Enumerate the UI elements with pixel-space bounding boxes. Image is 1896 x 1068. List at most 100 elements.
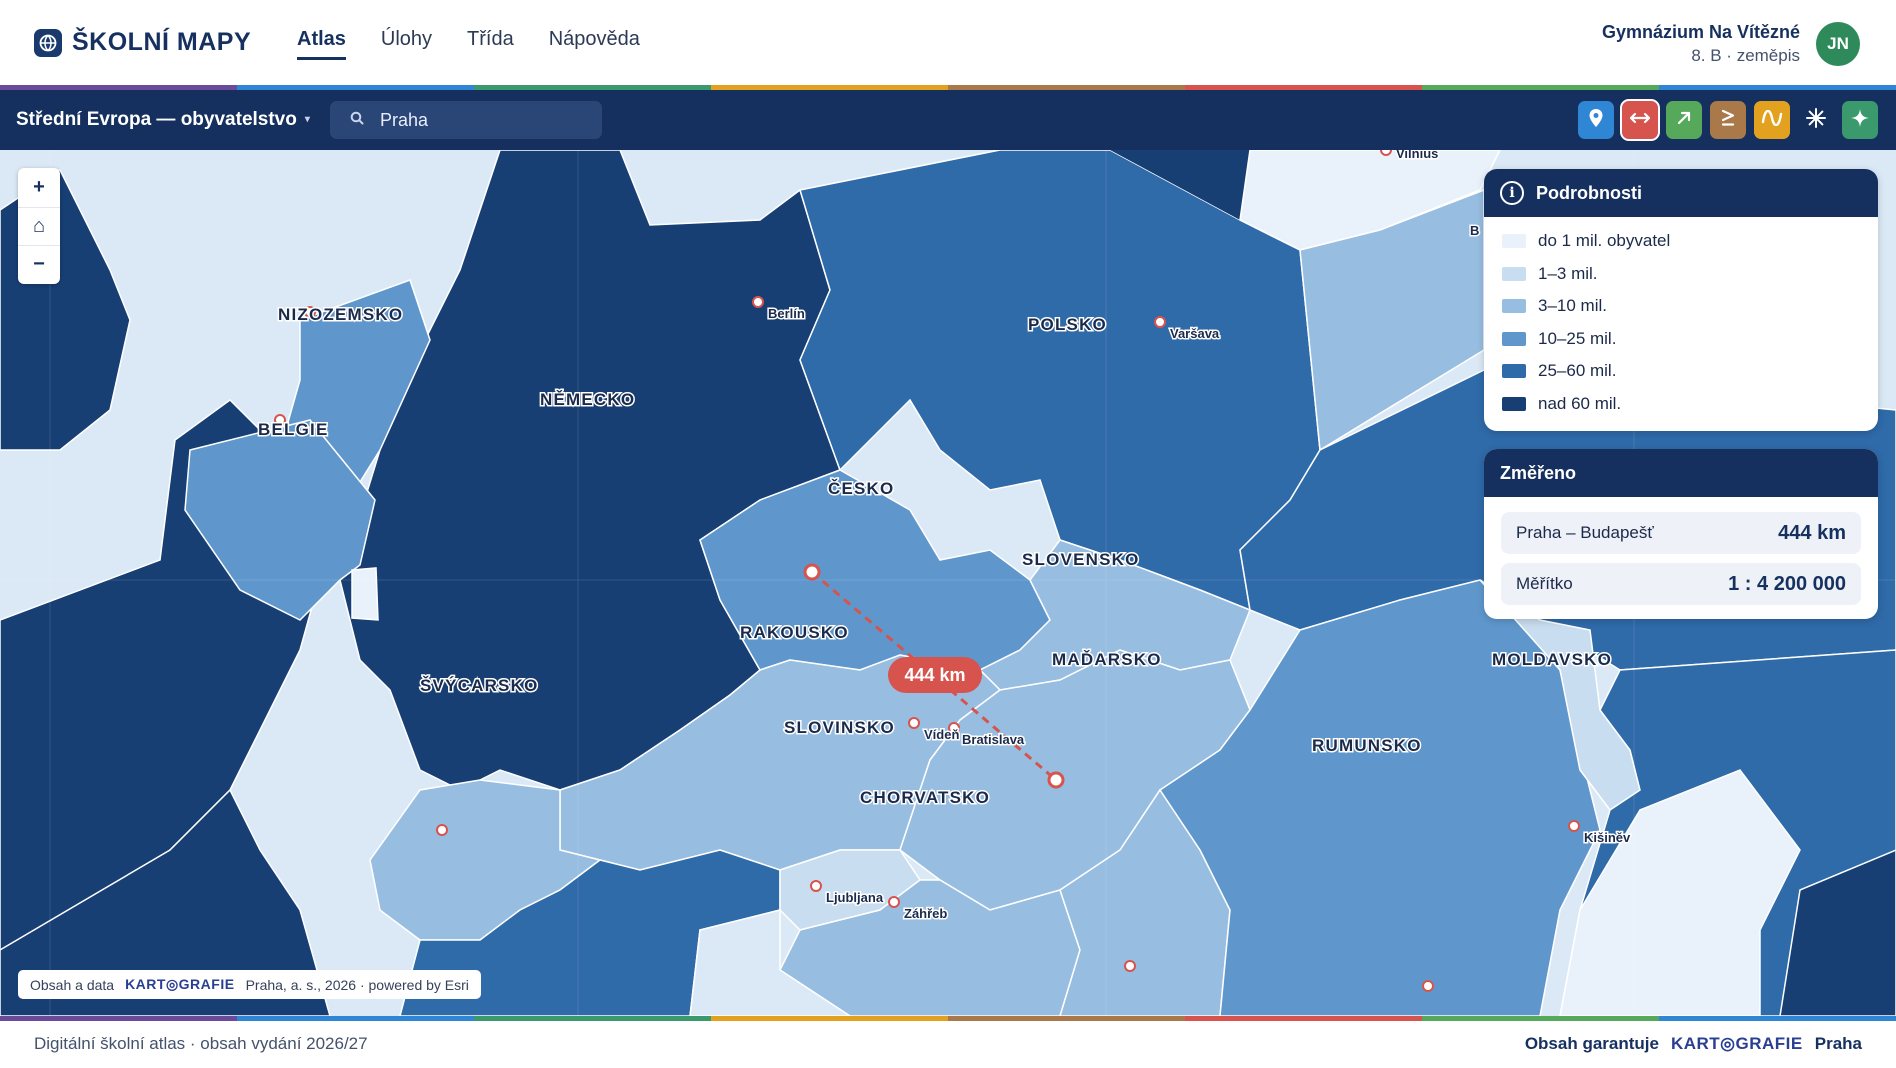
layer-title: Střední Evropa — obyvatelstvo [16, 109, 297, 130]
map-attribution: Obsah a data KART◎GRAFIE Praha, a. s., 2… [18, 970, 481, 999]
country-label-nizozemsko: NIZOZEMSKO [278, 305, 403, 324]
main-nav: Atlas Úlohy Třída Nápověda [297, 28, 640, 60]
footer-guarantor: Obsah garantuje KART◎GRAFIE Praha [1525, 1034, 1862, 1054]
attribution-suffix: Praha, a. s., 2026 · powered by Esri [245, 976, 469, 993]
country-label-slovinsko: SLOVINSKO [784, 718, 895, 737]
top-bar: ŠKOLNÍ MAPY Atlas Úlohy Třída Nápověda G… [0, 0, 1896, 85]
measure-label: Praha – Budapešť [1516, 523, 1654, 542]
class-line: 8. B · zeměpis [1691, 46, 1800, 65]
city-label-kisinev: Kišiněv [1584, 830, 1631, 845]
pin-tool-button[interactable] [1578, 101, 1614, 139]
country-label-rumunsko: RUMUNSKO [1312, 736, 1422, 755]
measure-header: Změřeno [1484, 449, 1878, 497]
avatar[interactable]: JN [1816, 22, 1860, 66]
map-toolbar: Střední Evropa — obyvatelstvo ▾ [0, 90, 1896, 150]
sparkle-icon [1850, 108, 1870, 133]
country-label-chorvatsko: CHORVATSKO [860, 788, 990, 807]
legend-item: 10–25 mil. [1484, 323, 1878, 356]
legend-list: do 1 mil. obyvatel 1–3 mil. 3–10 mil. 10–25… [1484, 217, 1878, 420]
kartografie-logo[interactable]: KART◎GRAFIE [1671, 1034, 1803, 1054]
tab-napoveda[interactable]: Nápověda [549, 28, 640, 60]
home-button[interactable]: ⌂ [18, 206, 60, 246]
zoom-in-button[interactable]: + [18, 168, 60, 207]
measure-distance-icon [1629, 111, 1651, 130]
country-label-rakousko: RAKOUSKO [740, 623, 849, 642]
brand-name: ŠKOLNÍ MAPY [72, 28, 252, 56]
measure-value: 444 km [1778, 521, 1846, 544]
tab-atlas[interactable]: Atlas [297, 28, 346, 60]
legend-label: do 1 mil. obyvatel [1538, 231, 1671, 251]
wave-icon [1761, 109, 1783, 131]
edge-letter: B [1470, 223, 1479, 238]
attribution-prefix: Obsah a data [30, 976, 115, 993]
info-icon: i [1500, 181, 1524, 205]
sun-icon [1806, 107, 1826, 133]
measure-value: 1 : 4 200 000 [1728, 572, 1846, 595]
legend-item: do 1 mil. obyvatel [1484, 225, 1878, 258]
legend-item: 25–60 mil. [1484, 355, 1878, 388]
legend-swatch [1502, 331, 1526, 346]
legend-swatch [1502, 299, 1526, 314]
measure-title: Změřeno [1500, 462, 1577, 483]
legend-title: Podrobnosti [1536, 182, 1642, 203]
country-label-nemecko: NĚMECKO [540, 390, 635, 409]
legend-swatch [1502, 234, 1526, 249]
measure-label: Měřítko [1516, 574, 1573, 593]
search-box [330, 101, 602, 139]
measure-row-scale: Měřítko 1 : 4 200 000 [1501, 563, 1861, 605]
country-label-slovensko: SLOVENSKO [1022, 550, 1140, 569]
measure-tool-button[interactable] [1620, 99, 1660, 141]
footer: Digitální školní atlas · obsah vydání 20… [0, 1021, 1896, 1068]
measure-start-point[interactable] [803, 563, 821, 581]
zoom-control: + ⌂ − [18, 168, 60, 284]
brand[interactable]: ŠKOLNÍ MAPY [34, 28, 251, 57]
country-label-cesko: ČESKO [828, 479, 894, 498]
legend-swatch [1502, 396, 1526, 411]
city-label-varsava: Varšava [1170, 326, 1220, 341]
legend-panel: i Podrobnosti do 1 mil. obyvatel 1–3 mil.… [1484, 169, 1878, 431]
globe-logo-icon [34, 28, 62, 57]
school-name: Gymnázium Na Vítězné [1601, 22, 1800, 42]
tool-buttons [1578, 99, 1878, 141]
footer-edition: Digitální školní atlas · obsah vydání 20… [34, 1034, 368, 1053]
kartografie-logo[interactable]: KART◎GRAFIE [125, 976, 235, 993]
greater-equal-icon [1719, 109, 1737, 132]
layer-selector[interactable]: Střední Evropa — obyvatelstvo ▾ [16, 109, 310, 131]
tab-trida[interactable]: Třída [467, 28, 514, 60]
country-label-moldavsko: MOLDAVSKO [1492, 650, 1612, 669]
legend-swatch [1502, 364, 1526, 379]
zoom-out-button[interactable]: − [18, 245, 60, 284]
sun-tool-button[interactable] [1798, 101, 1834, 139]
distance-badge: 444 km [888, 657, 982, 693]
legend-item: 3–10 mil. [1484, 290, 1878, 323]
arrow-up-right-icon [1675, 109, 1693, 132]
tab-ulohy[interactable]: Úlohy [381, 28, 432, 60]
city-label-bratislava: Bratislava [962, 732, 1025, 747]
city-label-zahreb: Záhřeb [904, 906, 947, 921]
wave-tool-button[interactable] [1754, 101, 1790, 139]
arrow-tool-button[interactable] [1666, 101, 1702, 139]
search-icon [350, 111, 364, 130]
footer-suffix: Praha [1814, 1034, 1862, 1053]
city-label-vilnius: Vilnius [1396, 150, 1438, 161]
legend-label: 1–3 mil. [1538, 263, 1598, 283]
country-label-belgie: BELGIE [258, 420, 329, 439]
measure-row-distance: Praha – Budapešť 444 km [1501, 512, 1861, 554]
country-label-madarsko: MAĎARSKO [1052, 650, 1162, 669]
city-label-ljubljana: Ljubljana [826, 890, 884, 905]
compare-tool-button[interactable] [1710, 101, 1746, 139]
legend-header[interactable]: i Podrobnosti [1484, 169, 1878, 217]
city-label-berlin: Berlín [768, 306, 805, 321]
pin-icon [1587, 108, 1605, 133]
legend-label: nad 60 mil. [1538, 393, 1622, 413]
legend-item: 1–3 mil. [1484, 258, 1878, 291]
country-label-polsko: POLSKO [1028, 315, 1107, 334]
city-label-viden: Vídeň [924, 727, 959, 742]
user-info: Gymnázium Na Vítězné 8. B · zeměpis JN [1602, 22, 1860, 66]
measure-end-point[interactable] [1047, 771, 1065, 789]
footer-prefix: Obsah garantuje [1524, 1034, 1659, 1053]
legend-label: 3–10 mil. [1538, 296, 1607, 316]
search-input[interactable] [380, 109, 580, 131]
ai-tool-button[interactable] [1842, 101, 1878, 139]
country-label-svycarsko: ŠVÝCARSKO [420, 676, 539, 695]
